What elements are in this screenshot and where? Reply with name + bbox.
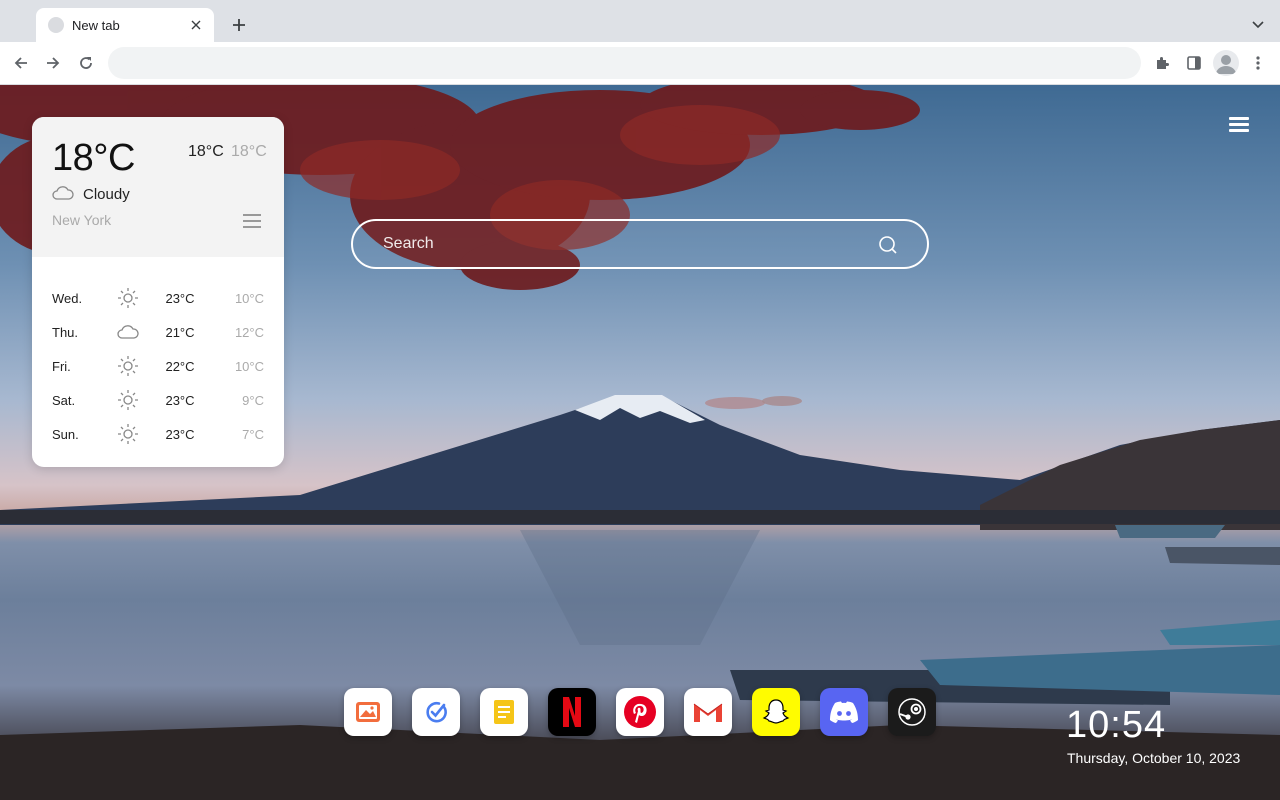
tab-strip: New tab [0, 0, 1280, 42]
forecast-high: 22°C [165, 358, 195, 374]
weather-menu-icon[interactable] [243, 214, 261, 230]
hamburger-menu-icon[interactable] [1229, 117, 1249, 133]
weather-widget: 18°C 18°C 18°C Cloudy New York Wed. 23°C… [32, 117, 284, 467]
search-input[interactable] [383, 221, 863, 267]
forecast-low: 9°C [242, 392, 264, 408]
current-temperature: 18°C [52, 137, 135, 179]
sun-icon [108, 355, 148, 377]
forecast-day: Wed. [52, 290, 83, 306]
chevron-down-icon[interactable] [1248, 15, 1268, 35]
sun-icon [108, 423, 148, 445]
app-dock [344, 688, 956, 736]
forecast-day: Sun. [52, 426, 79, 442]
notes-icon[interactable] [480, 688, 528, 736]
forecast-row: Sat. 23°C 9°C [32, 383, 284, 417]
forecast-row: Fri. 22°C 10°C [32, 349, 284, 383]
snapchat-icon[interactable] [752, 688, 800, 736]
cloud-icon [108, 324, 148, 340]
forecast-low: 10°C [234, 358, 264, 374]
search-icon[interactable] [878, 235, 898, 255]
avatar-icon[interactable] [1213, 50, 1239, 76]
today-high: 18°C [188, 143, 224, 160]
arrow-left-icon[interactable] [9, 51, 33, 75]
forecast-high: 23°C [165, 426, 195, 442]
forecast-low: 12°C [234, 324, 264, 340]
forecast-high: 23°C [165, 392, 195, 408]
today-low: 18°C [231, 143, 267, 160]
clock-time: 10:54 [1066, 704, 1167, 746]
forecast-low: 7°C [242, 426, 264, 442]
forecast-day: Thu. [52, 324, 79, 340]
kebab-menu-icon[interactable] [1246, 51, 1270, 75]
gmail-icon[interactable] [684, 688, 732, 736]
forecast-low: 10°C [234, 290, 264, 306]
forecast-day: Sat. [52, 392, 76, 408]
weather-city: New York [52, 212, 112, 228]
tab-new-tab[interactable]: New tab [36, 8, 214, 42]
photos-icon[interactable] [344, 688, 392, 736]
forecast-row: Thu. 21°C 12°C [32, 315, 284, 349]
search-box[interactable] [351, 219, 929, 269]
side-panel-icon[interactable] [1182, 51, 1206, 75]
weather-current: 18°C 18°C 18°C Cloudy New York [32, 117, 284, 257]
forecast-high: 23°C [165, 290, 195, 306]
sun-icon [108, 287, 148, 309]
forecast-day: Fri. [52, 358, 71, 374]
clock-date: Thursday, October 10, 2023 [1067, 750, 1241, 766]
check-icon[interactable] [412, 688, 460, 736]
cloud-icon [52, 185, 74, 201]
tab-title: New tab [72, 17, 120, 33]
forecast-high: 21°C [165, 324, 195, 340]
close-icon[interactable] [188, 17, 204, 33]
forecast-row: Wed. 23°C 10°C [32, 281, 284, 315]
globe-icon [48, 17, 64, 33]
puzzle-icon[interactable] [1150, 51, 1174, 75]
browser-toolbar [0, 42, 1280, 85]
reload-icon[interactable] [74, 51, 98, 75]
forecast-row: Sun. 23°C 7°C [32, 417, 284, 451]
arrow-right-icon[interactable] [41, 51, 65, 75]
netflix-icon[interactable] [548, 688, 596, 736]
discord-icon[interactable] [820, 688, 868, 736]
sun-icon [108, 389, 148, 411]
forecast-list: Wed. 23°C 10°C Thu. 21°C 12°C Fri. 22°C … [32, 257, 284, 451]
address-bar[interactable] [108, 47, 1141, 79]
plus-icon[interactable] [228, 14, 250, 36]
pinterest-icon[interactable] [616, 688, 664, 736]
weather-condition: Cloudy [83, 186, 130, 203]
steam-icon[interactable] [888, 688, 936, 736]
